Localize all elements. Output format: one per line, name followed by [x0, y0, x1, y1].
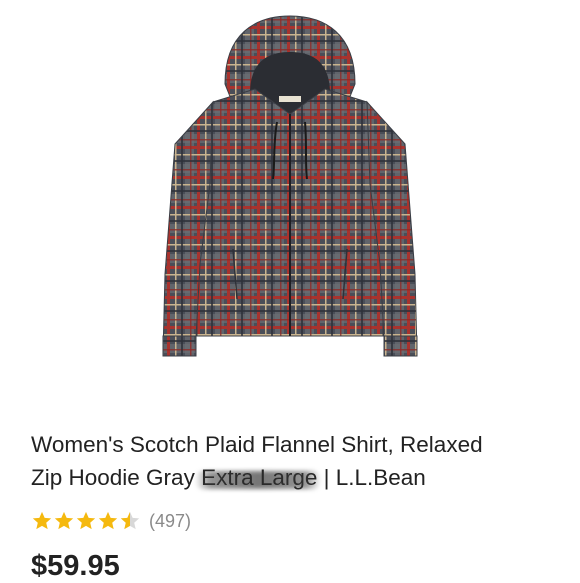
star-full-icon	[98, 511, 118, 530]
product-price: $59.95	[31, 550, 120, 582]
star-half-icon	[120, 511, 140, 530]
product-brand: | L.L.Bean	[317, 465, 426, 490]
review-count[interactable]: (497)	[149, 511, 191, 532]
star-rating	[31, 510, 141, 532]
star-full-icon	[76, 511, 96, 530]
product-title[interactable]: Women's Scotch Plaid Flannel Shirt, Rela…	[31, 428, 561, 494]
star-full-icon	[54, 511, 74, 530]
product-image[interactable]	[155, 14, 425, 359]
product-size: Extra Large	[201, 461, 317, 494]
plaid-hoodie-image	[162, 15, 418, 357]
rating-row[interactable]: (497)	[31, 510, 191, 532]
product-title-line1: Women's Scotch Plaid Flannel Shirt, Rela…	[31, 432, 483, 457]
star-full-icon	[32, 511, 52, 530]
product-title-line2: Zip Hoodie Gray	[31, 465, 202, 490]
